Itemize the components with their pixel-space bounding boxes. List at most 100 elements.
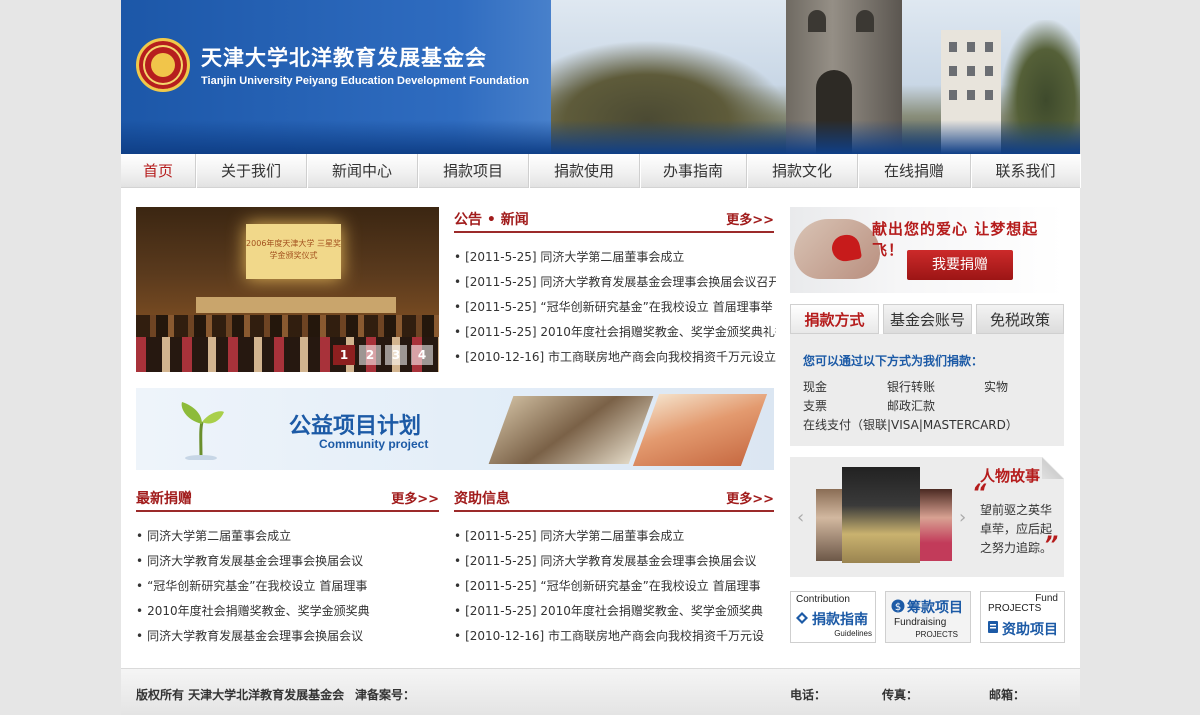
slide-page-3[interactable]: 3 <box>385 345 407 365</box>
link-en-label: Contribution <box>796 594 850 605</box>
nav-contact[interactable]: 联系我们 <box>971 154 1080 188</box>
tab-tax-exemption[interactable]: 免税政策 <box>976 304 1064 334</box>
person-photo[interactable] <box>920 489 952 561</box>
nav-donation-projects[interactable]: 捐款项目 <box>418 154 529 188</box>
svg-text:$: $ <box>895 602 901 613</box>
list-item[interactable]: • [2010-12-16] 市工商联房地产商会向我校捐资千万元设 <box>454 624 776 649</box>
link-en-label: Guidelines <box>834 629 872 638</box>
community-project-banner[interactable]: 公益项目计划 Community project <box>136 388 774 470</box>
slide-pager: 1 2 3 4 <box>329 345 433 365</box>
donation-info-tabs: 捐款方式 基金会账号 免税政策 <box>790 304 1064 334</box>
news-header: 公告 • 新闻 更多>> <box>454 207 774 233</box>
payment-method: 支票 <box>803 399 828 413</box>
funding-projects-link[interactable]: Fund PROJECTS 资助项目 <box>980 591 1065 643</box>
footer-fax: 传真： <box>882 688 919 702</box>
link-cn-label: 筹款项目 <box>907 600 963 616</box>
quote-close-icon: ” <box>1044 533 1059 558</box>
stage-table <box>196 297 396 313</box>
nav-donation-usage[interactable]: 捐款使用 <box>529 154 640 188</box>
list-item[interactable]: • [2011-5-25] 同济大学教育发展基金会理事会换届会议 <box>454 549 776 574</box>
foundation-logo[interactable] <box>136 38 190 92</box>
latest-donations-list: • 同济大学第二届董事会成立 • 同济大学教育发展基金会理事会换届会议 • “冠华创新… <box>136 524 439 649</box>
slide-page-4[interactable]: 4 <box>411 345 433 365</box>
people-stories: ‹ › 人物故事 “ 望前驱之英华卓荦，应后起之努力追踪。 ” <box>790 457 1064 577</box>
next-arrow-icon[interactable]: › <box>959 507 966 528</box>
list-item[interactable]: • 同济大学教育发展基金会理事会换届会议 <box>136 549 439 574</box>
site-title: 天津大学北洋教育发展基金会 <box>201 46 487 70</box>
page-fold-icon <box>1042 457 1064 479</box>
diamond-icon <box>796 612 808 624</box>
list-item[interactable]: • [2011-5-25] 2010年度社会捐赠奖教金、奖学金颁奖典礼举 <box>454 320 776 345</box>
contribution-guidelines-link[interactable]: Contribution 捐款指南 Guidelines <box>790 591 876 643</box>
tab-foundation-account[interactable]: 基金会账号 <box>883 304 972 334</box>
latest-donations-more-link[interactable]: 更多>> <box>391 488 439 507</box>
nav-guide[interactable]: 办事指南 <box>640 154 747 188</box>
payment-intro: 您可以通过以下方式为我们捐款： <box>803 354 984 368</box>
link-cn-label: 资助项目 <box>1002 622 1058 638</box>
nav-online-donation[interactable]: 在线捐赠 <box>858 154 971 188</box>
link-en-label: Fundraising <box>894 617 947 628</box>
list-item[interactable]: • 2010年度社会捐赠奖教金、奖学金颁奖典 <box>136 599 439 624</box>
people-stories-title[interactable]: 人物故事 <box>980 465 1040 486</box>
footer: 版权所有 天津大学北洋教育发展基金会 津备案号： 电话： 传真： 邮箱： <box>121 668 1080 715</box>
header-banner: 天津大学北洋教育发展基金会 Tianjin University Peiyang… <box>121 0 1080 154</box>
funding-info-list: • [2011-5-25] 同济大学第二届董事会成立 • [2011-5-25] 同… <box>454 524 776 649</box>
link-en-label: PROJECTS <box>915 630 958 639</box>
person-photo-featured[interactable] <box>842 467 920 563</box>
news-slideshow[interactable]: 2006年度天津大学 三星奖学金颁奖仪式 1 2 3 4 <box>136 207 439 372</box>
news-title: 公告 • 新闻 <box>454 212 529 228</box>
donate-button[interactable]: 我要捐赠 <box>907 250 1013 280</box>
payment-method: 邮政汇款 <box>887 399 936 413</box>
nav-home[interactable]: 首页 <box>121 154 196 188</box>
payment-method: 银行转账 <box>887 380 936 394</box>
list-item[interactable]: • [2010-12-16] 市工商联房地产商会向我校捐资千万元设立助 <box>454 345 776 370</box>
link-en-label: PROJECTS <box>988 603 1042 614</box>
list-item[interactable]: • 同济大学教育发展基金会理事会换届会议 <box>136 624 439 649</box>
community-title: 公益项目计划 <box>289 414 422 439</box>
footer-copyright: 版权所有 天津大学北洋教育发展基金会 <box>136 688 345 702</box>
nav-about[interactable]: 关于我们 <box>196 154 307 188</box>
list-item[interactable]: • 同济大学第二届董事会成立 <box>136 524 439 549</box>
child-photo <box>632 394 768 466</box>
tab-donation-methods[interactable]: 捐款方式 <box>790 304 879 334</box>
list-item[interactable]: • [2011-5-25] “冠华创新研究基金”在我校设立 首届理事 <box>454 574 776 599</box>
latest-donations-title: 最新捐赠 <box>136 491 192 507</box>
footer-icp: 津备案号： <box>355 688 416 702</box>
payment-method: 在线支付（银联|VISA|MASTERCARD） <box>803 418 1018 432</box>
banner-shade <box>121 120 1080 154</box>
payment-methods-panel: 您可以通过以下方式为我们捐款： 现金 银行转账 实物 支票 邮政汇款 在线支付（… <box>790 334 1064 446</box>
prev-arrow-icon[interactable]: ‹ <box>797 507 804 528</box>
dollar-icon: $ <box>891 599 905 613</box>
community-subtitle: Community project <box>319 437 429 451</box>
funding-info-title: 资助信息 <box>454 491 510 507</box>
news-list: • [2011-5-25] 同济大学第二届董事会成立 • [2011-5-25] 同… <box>454 245 776 370</box>
latest-donations-header: 最新捐赠 更多>> <box>136 486 439 512</box>
footer-email: 邮箱： <box>989 688 1026 702</box>
list-item[interactable]: • [2011-5-25] “冠华创新研究基金”在我校设立 首届理事举 <box>454 295 776 320</box>
sprout-icon <box>181 402 224 460</box>
page: 天津大学北洋教育发展基金会 Tianjin University Peiyang… <box>121 0 1080 715</box>
payment-method: 实物 <box>984 380 1009 394</box>
nav-donation-culture[interactable]: 捐款文化 <box>747 154 858 188</box>
funding-info-header: 资助信息 更多>> <box>454 486 774 512</box>
slide-page-1[interactable]: 1 <box>333 345 355 365</box>
payment-method: 现金 <box>803 380 828 394</box>
list-item[interactable]: • [2011-5-25] 同济大学第二届董事会成立 <box>454 245 776 270</box>
nav-news[interactable]: 新闻中心 <box>307 154 418 188</box>
slide-screen-text: 2006年度天津大学 三星奖学金颁奖仪式 <box>246 224 341 279</box>
classroom-photo <box>488 396 654 464</box>
fundraising-projects-link[interactable]: $ 筹款项目 Fundraising PROJECTS <box>885 591 971 643</box>
slide-page-2[interactable]: 2 <box>359 345 381 365</box>
main-nav: 首页 关于我们 新闻中心 捐款项目 捐款使用 办事指南 捐款文化 在线捐赠 联系… <box>121 154 1080 188</box>
site-subtitle: Tianjin University Peiyang Education Dev… <box>201 75 530 87</box>
list-item[interactable]: • [2011-5-25] 2010年度社会捐赠奖教金、奖学金颁奖典 <box>454 599 776 624</box>
document-icon <box>988 621 998 633</box>
list-item[interactable]: • “冠华创新研究基金”在我校设立 首届理事 <box>136 574 439 599</box>
link-cn-label: 捐款指南 <box>812 612 868 628</box>
list-item[interactable]: • [2011-5-25] 同济大学教育发展基金会理事会换届会议召开 <box>454 270 776 295</box>
footer-phone: 电话： <box>790 688 827 702</box>
funding-info-more-link[interactable]: 更多>> <box>726 488 774 507</box>
news-more-link[interactable]: 更多>> <box>726 209 774 228</box>
donate-promo: 献出您的爱心 让梦想起飞！ 我要捐赠 <box>790 207 1064 293</box>
list-item[interactable]: • [2011-5-25] 同济大学第二届董事会成立 <box>454 524 776 549</box>
